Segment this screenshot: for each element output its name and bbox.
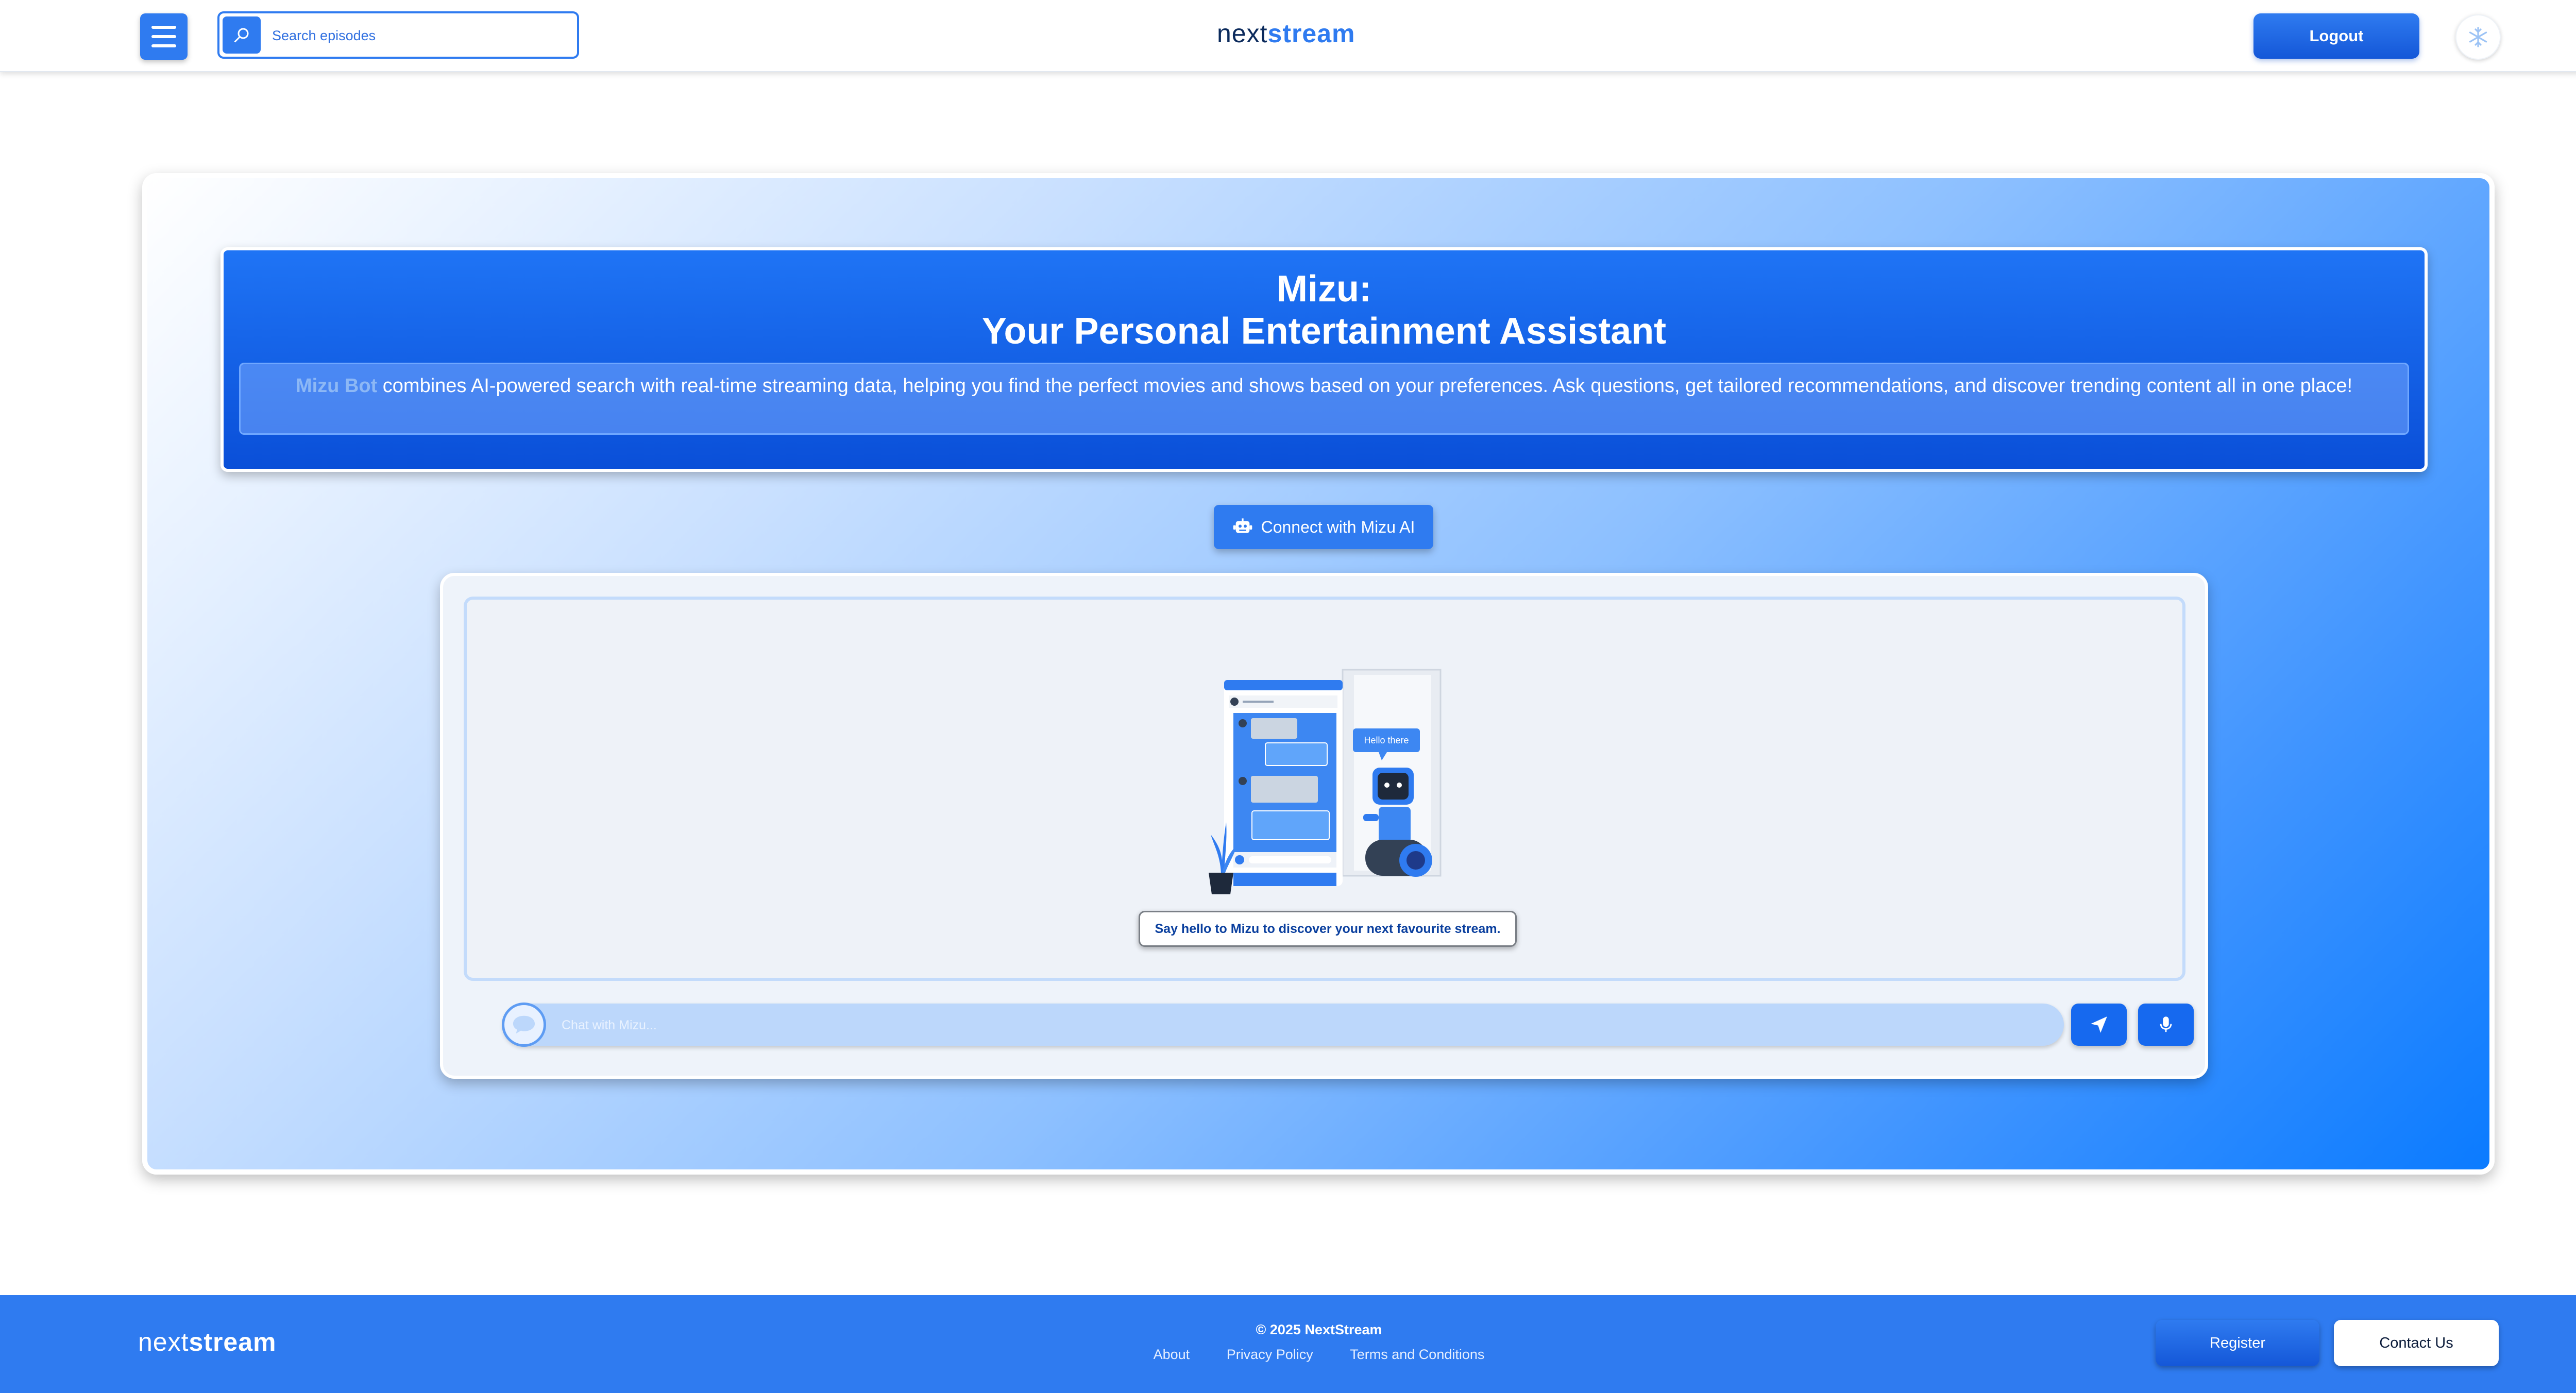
page-title: Mizu: Your Personal Entertainment Assist… xyxy=(224,268,2425,352)
chatbot-illustration: Hello there xyxy=(1209,669,1442,894)
register-button[interactable]: Register xyxy=(2156,1320,2319,1366)
about-link[interactable]: About xyxy=(1154,1347,1190,1362)
chat-bubble-icon xyxy=(502,1003,546,1047)
logout-button[interactable]: Logout xyxy=(2253,13,2419,59)
brand-logo-bold: stream xyxy=(1267,19,1355,48)
microphone-icon xyxy=(2160,1016,2172,1032)
footer: nextstream © 2025 NextStream About Priva… xyxy=(0,1295,2576,1393)
search-input[interactable] xyxy=(271,20,572,52)
intro-banner: Mizu: Your Personal Entertainment Assist… xyxy=(221,247,2428,472)
title-line-2: Your Personal Entertainment Assistant xyxy=(981,311,1667,352)
terms-link[interactable]: Terms and Conditions xyxy=(1350,1347,1484,1362)
send-button[interactable] xyxy=(2071,1004,2127,1046)
search-icon[interactable] xyxy=(223,16,261,54)
send-icon xyxy=(2091,1016,2107,1033)
title-line-1: Mizu: xyxy=(1277,268,1371,310)
connect-mizu-button[interactable]: Connect with Mizu AI xyxy=(1214,505,1433,549)
privacy-policy-link[interactable]: Privacy Policy xyxy=(1227,1347,1313,1362)
bot-name: Mizu Bot xyxy=(295,375,378,397)
theme-toggle[interactable] xyxy=(2455,14,2501,60)
chat-input-bar xyxy=(502,1003,2064,1047)
illustration-bubble-text: Hello there xyxy=(1364,735,1409,745)
description-text: combines AI-powered search with real-tim… xyxy=(377,375,2353,397)
chat-messages-area: Hello there Say hello to Mizu to discove… xyxy=(464,597,2185,981)
intro-description: Mizu Bot combines AI-powered search with… xyxy=(239,363,2409,435)
top-navbar: nextstream Logout xyxy=(0,0,2576,72)
welcome-caption: Say hello to Mizu to discover your next … xyxy=(1139,911,1517,947)
robot-icon xyxy=(1233,518,1252,533)
hero-section: Mizu: Your Personal Entertainment Assist… xyxy=(142,173,2495,1175)
microphone-button[interactable] xyxy=(2138,1004,2194,1046)
menu-button[interactable] xyxy=(140,13,188,60)
search-bar xyxy=(217,11,579,59)
snowflake-icon xyxy=(2469,27,2487,47)
brand-logo[interactable]: nextstream xyxy=(1217,19,1355,48)
chat-input[interactable] xyxy=(561,1010,2046,1041)
connect-label: Connect with Mizu AI xyxy=(1261,517,1415,536)
contact-us-button[interactable]: Contact Us xyxy=(2334,1320,2499,1366)
brand-logo-light: next xyxy=(1217,19,1268,48)
menu-icon xyxy=(151,26,176,29)
chat-panel: Hello there Say hello to Mizu to discove… xyxy=(440,573,2208,1079)
